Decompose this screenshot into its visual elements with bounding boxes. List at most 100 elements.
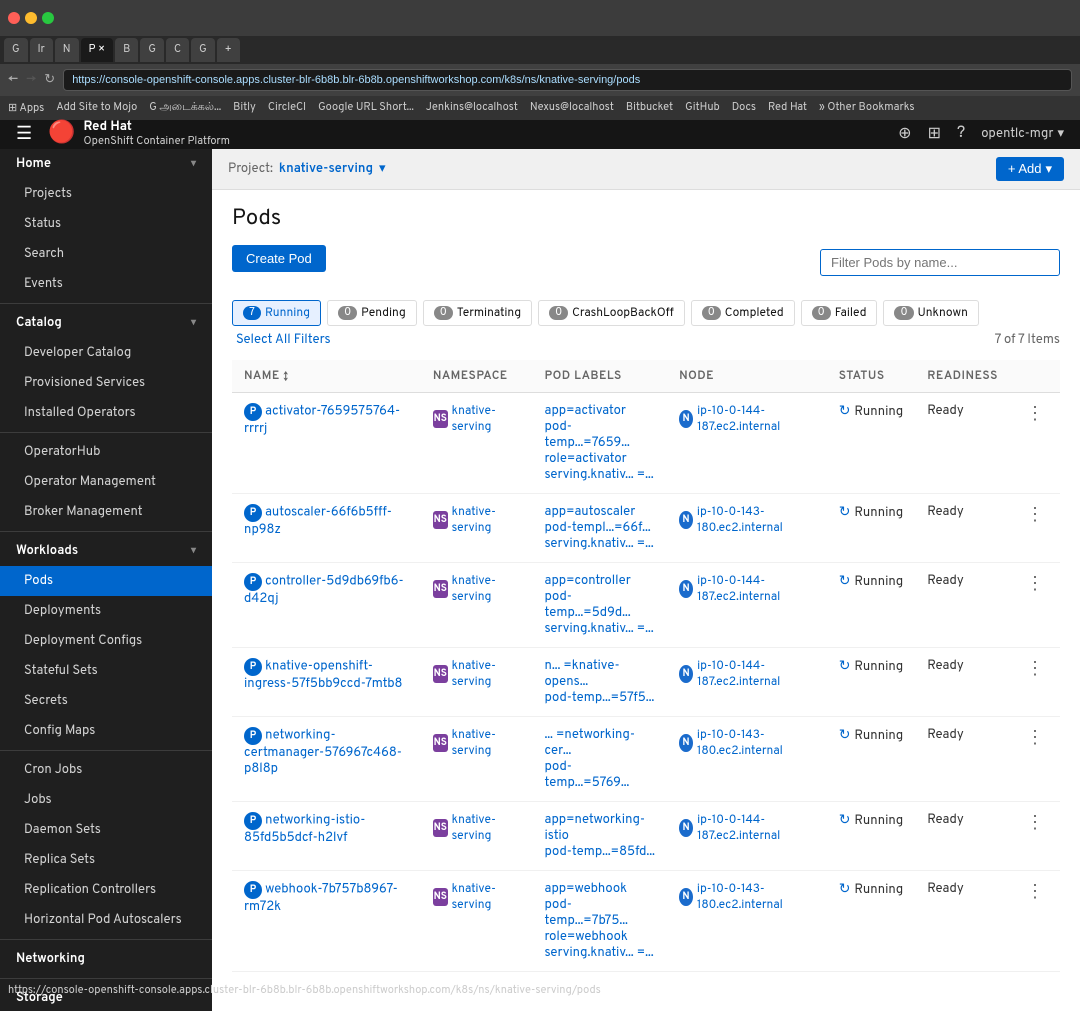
tab-g1[interactable]: G	[4, 38, 28, 62]
filter-pods-input[interactable]	[820, 249, 1060, 276]
tab-c[interactable]: C	[166, 38, 189, 62]
bookmark-tamil[interactable]: G அடைக்கல்...	[149, 101, 221, 115]
pod-label[interactable]: pod-temp...=85fd...	[544, 844, 655, 860]
pod-label[interactable]: app=controller	[544, 573, 655, 589]
sidebar-item-deployments[interactable]: Deployments	[0, 596, 212, 626]
tab-g2[interactable]: G	[140, 38, 164, 62]
pod-label[interactable]: serving.knativ... =...	[544, 945, 655, 961]
pod-label[interactable]: pod-templ...=66f...	[544, 520, 655, 536]
node-link[interactable]: ip-10-0-144-187.ec2.internal	[697, 403, 815, 435]
sidebar-item-config-maps[interactable]: Config Maps	[0, 716, 212, 746]
bookmark-apps[interactable]: ⊞ Apps	[8, 101, 44, 116]
url-input[interactable]	[63, 69, 1072, 91]
namespace-link[interactable]: knative-serving	[452, 504, 521, 536]
sidebar-item-search[interactable]: Search	[0, 239, 212, 269]
row-actions-button[interactable]: ⋮	[1022, 504, 1048, 527]
pod-label[interactable]: serving.knativ... =...	[544, 536, 655, 552]
create-pod-button[interactable]: Create Pod	[232, 245, 326, 272]
user-menu[interactable]: opentlc-mgr ▾	[981, 126, 1064, 142]
add-button[interactable]: + Add ▾	[996, 157, 1064, 181]
filter-completed[interactable]: 0 Completed	[691, 300, 795, 326]
tab-b[interactable]: B	[115, 38, 138, 62]
node-link[interactable]: ip-10-0-144-187.ec2.internal	[697, 573, 815, 605]
sidebar-item-jobs[interactable]: Jobs	[0, 785, 212, 815]
filter-terminating[interactable]: 0 Terminating	[423, 300, 532, 326]
namespace-link[interactable]: knative-serving	[452, 403, 521, 435]
row-actions-button[interactable]: ⋮	[1022, 881, 1048, 904]
sidebar-item-cron-jobs[interactable]: Cron Jobs	[0, 755, 212, 785]
bookmark-bitbucket[interactable]: Bitbucket	[626, 101, 673, 115]
row-actions-button[interactable]: ⋮	[1022, 812, 1048, 835]
filter-failed[interactable]: 0 Failed	[801, 300, 878, 326]
bookmark-circleci[interactable]: CircleCI	[268, 101, 306, 115]
pod-name-link[interactable]: webhook-7b757b8967-rm72k	[244, 881, 398, 915]
sidebar-item-operator-management[interactable]: Operator Management	[0, 467, 212, 497]
sidebar-item-replica-sets[interactable]: Replica Sets	[0, 845, 212, 875]
col-name[interactable]: NAME ↕	[232, 360, 421, 393]
namespace-link[interactable]: knative-serving	[452, 727, 521, 759]
pod-label[interactable]: pod-temp...=5d9d...	[544, 589, 655, 621]
sidebar-item-pods[interactable]: Pods	[0, 566, 212, 596]
tab-n[interactable]: N	[55, 38, 79, 62]
sidebar-networking[interactable]: Networking	[0, 944, 212, 974]
select-all-filters[interactable]: Select All Filters	[236, 332, 331, 348]
namespace-link[interactable]: knative-serving	[452, 658, 521, 690]
bookmark-bitly[interactable]: Bitly	[233, 101, 256, 115]
pod-label[interactable]: serving.knativ... =...	[544, 467, 655, 483]
tab-g3[interactable]: G	[191, 38, 215, 62]
bookmark-mojo[interactable]: Add Site to Mojo	[56, 101, 137, 115]
sidebar-catalog[interactable]: Catalog ▾	[0, 308, 212, 338]
sidebar-item-deployment-configs[interactable]: Deployment Configs	[0, 626, 212, 656]
plus-icon[interactable]: ⊕	[898, 123, 911, 145]
row-actions-button[interactable]: ⋮	[1022, 727, 1048, 750]
filter-pending[interactable]: 0 Pending	[327, 300, 417, 326]
sidebar-item-hpa[interactable]: Horizontal Pod Autoscalers	[0, 905, 212, 935]
hamburger-icon[interactable]: ☰	[16, 123, 32, 146]
pod-name-link[interactable]: networking-certmanager-576967c468-p8l8p	[244, 727, 402, 777]
pod-label[interactable]: app=autoscaler	[544, 504, 655, 520]
filter-running[interactable]: 7 Running	[232, 300, 321, 326]
sidebar-item-installed-operators[interactable]: Installed Operators	[0, 398, 212, 428]
tab-p[interactable]: P ×	[81, 38, 114, 62]
namespace-link[interactable]: knative-serving	[452, 573, 521, 605]
sidebar-item-provisioned-services[interactable]: Provisioned Services	[0, 368, 212, 398]
node-link[interactable]: ip-10-0-143-180.ec2.internal	[697, 504, 815, 536]
pod-name-link[interactable]: autoscaler-66f6b5fff-np98z	[244, 504, 392, 538]
node-link[interactable]: ip-10-0-144-187.ec2.internal	[697, 658, 815, 690]
sidebar-item-operatorhub[interactable]: OperatorHub	[0, 437, 212, 467]
bookmark-redhat[interactable]: Red Hat	[768, 101, 807, 115]
sidebar-item-secrets[interactable]: Secrets	[0, 686, 212, 716]
pod-name-link[interactable]: activator-7659575764-rrrrj	[244, 403, 400, 437]
grid-icon[interactable]: ⊞	[928, 123, 941, 145]
forward-button[interactable]: →	[26, 72, 36, 88]
bookmark-google-url[interactable]: Google URL Short...	[318, 101, 414, 115]
pod-label[interactable]: app=activator	[544, 403, 655, 419]
pod-name-link[interactable]: knative-openshift-ingress-57f5bb9ccd-7mt…	[244, 658, 402, 692]
pod-label[interactable]: n... =knative-opens...	[544, 658, 655, 690]
sidebar-home[interactable]: Home ▾	[0, 149, 212, 179]
pod-label[interactable]: pod-temp...=7b75...	[544, 897, 655, 929]
pod-label[interactable]: role=activator	[544, 451, 655, 467]
pod-label[interactable]: pod-temp...=7659...	[544, 419, 655, 451]
node-link[interactable]: ip-10-0-143-180.ec2.internal	[697, 727, 815, 759]
bookmark-jenkins[interactable]: Jenkins@localhost	[426, 101, 518, 115]
pod-label[interactable]: app=networking-istio	[544, 812, 655, 844]
close-button[interactable]	[8, 12, 20, 24]
help-icon[interactable]: ?	[957, 124, 965, 144]
bookmark-github[interactable]: GitHub	[685, 101, 720, 115]
row-actions-button[interactable]: ⋮	[1022, 403, 1048, 426]
row-actions-button[interactable]: ⋮	[1022, 658, 1048, 681]
node-link[interactable]: ip-10-0-143-180.ec2.internal	[697, 881, 815, 913]
pod-label[interactable]: pod-temp...=57f5...	[544, 690, 655, 706]
bookmark-docs[interactable]: Docs	[732, 101, 756, 115]
pod-name-link[interactable]: networking-istio-85fd5b5dcf-h2lvf	[244, 812, 365, 846]
namespace-link[interactable]: knative-serving	[452, 881, 521, 913]
bookmark-other[interactable]: » Other Bookmarks	[819, 101, 914, 115]
project-name[interactable]: knative-serving	[279, 161, 373, 177]
sidebar-item-developer-catalog[interactable]: Developer Catalog	[0, 338, 212, 368]
filter-crashloop[interactable]: 0 CrashLoopBackOff	[538, 300, 685, 326]
pod-label[interactable]: app=webhook	[544, 881, 655, 897]
new-tab-button[interactable]: +	[217, 38, 240, 62]
bookmark-nexus[interactable]: Nexus@localhost	[530, 101, 614, 115]
pod-name-link[interactable]: controller-5d9db69fb6-d42qj	[244, 573, 404, 607]
